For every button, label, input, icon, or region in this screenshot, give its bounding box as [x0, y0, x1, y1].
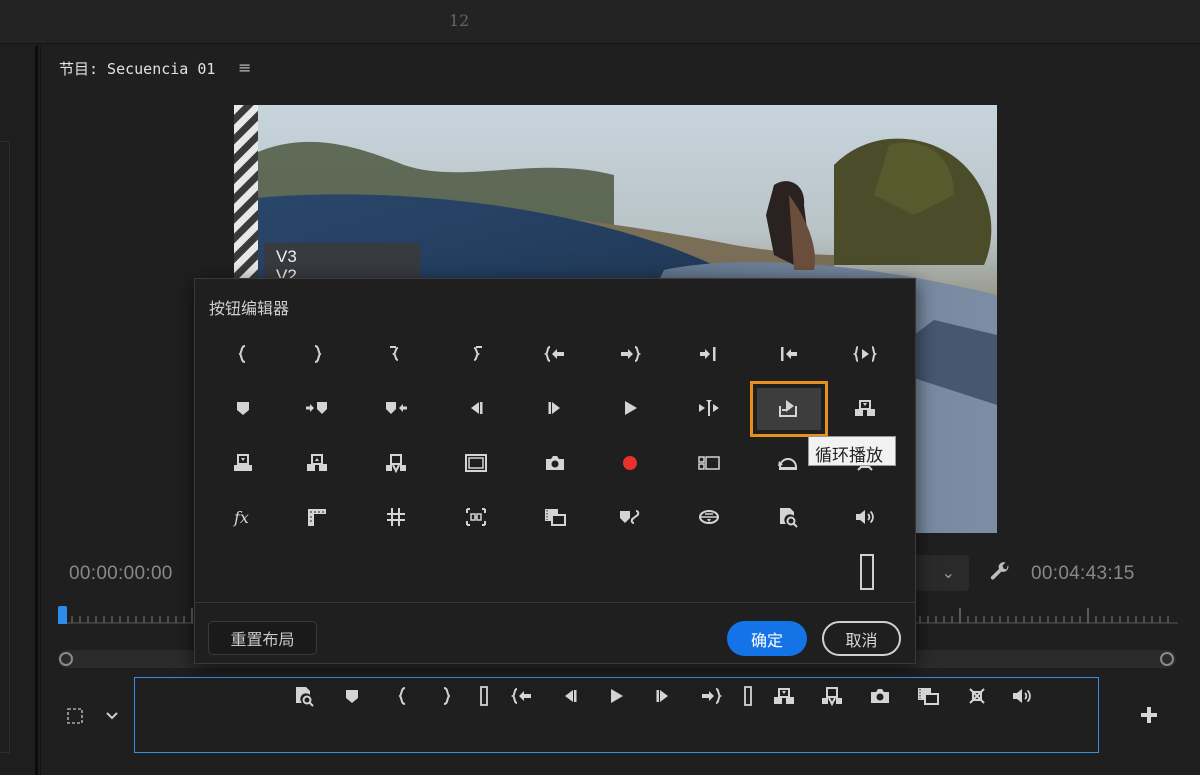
- go-to-out-icon[interactable]: [610, 337, 650, 371]
- overwrite-icon[interactable]: [819, 684, 845, 708]
- mark-clip-out-icon[interactable]: [456, 337, 496, 371]
- step-forward-icon[interactable]: [535, 391, 575, 425]
- plus-icon[interactable]: [1138, 704, 1160, 726]
- volume-icon[interactable]: [1009, 684, 1035, 708]
- show-guides-icon[interactable]: [376, 500, 416, 534]
- snap-in-program-monitor-icon[interactable]: [456, 500, 496, 534]
- go-to-in-icon[interactable]: [535, 337, 575, 371]
- dialog-title: 按钮编辑器: [209, 299, 290, 318]
- mark-out-icon[interactable]: [297, 337, 337, 371]
- page-number: 12: [449, 11, 470, 30]
- extract-icon[interactable]: [297, 446, 337, 480]
- scrollbar-left-handle[interactable]: [59, 652, 73, 666]
- insert-icon[interactable]: [771, 684, 797, 708]
- toggle-proxies-icon[interactable]: [964, 684, 990, 708]
- hamburger-menu-icon[interactable]: ≡: [238, 58, 251, 77]
- add-marker-icon[interactable]: [223, 391, 263, 425]
- record-icon[interactable]: [610, 446, 650, 480]
- left-panel-frame: [0, 141, 10, 753]
- export-frame-icon[interactable]: [867, 684, 893, 708]
- duration-timecode: 00:04:43:15: [1031, 563, 1135, 584]
- mark-clip-in-icon[interactable]: [376, 337, 416, 371]
- overwrite-icon[interactable]: [376, 446, 416, 480]
- mark-in-icon[interactable]: [223, 337, 263, 371]
- scrollbar-right-handle[interactable]: [1160, 652, 1174, 666]
- volume-icon[interactable]: [845, 500, 885, 534]
- current-timecode[interactable]: 00:00:00:00: [69, 563, 173, 585]
- reset-layout-button[interactable]: 重置布局: [208, 621, 317, 655]
- export-frame-icon[interactable]: [535, 446, 575, 480]
- go-to-marker-link-icon[interactable]: [610, 500, 650, 534]
- go-to-next-marker-icon[interactable]: [297, 391, 337, 425]
- restore-cropped-icon[interactable]: [768, 446, 808, 480]
- ok-button[interactable]: 确定: [727, 621, 807, 656]
- go-to-in-icon[interactable]: [509, 684, 535, 708]
- dialog-divider: [194, 602, 916, 603]
- chevron-down-icon: ⌄: [941, 563, 955, 582]
- spacer-icon[interactable]: [735, 684, 761, 708]
- spacer-icon[interactable]: [860, 554, 874, 590]
- insert-icon[interactable]: [845, 391, 885, 425]
- play-icon[interactable]: [603, 684, 629, 708]
- track-overlay-label: V3 V2: [264, 243, 420, 283]
- go-to-out-icon[interactable]: [698, 684, 724, 708]
- go-to-previous-marker-icon[interactable]: [376, 391, 416, 425]
- left-panel-edge: [0, 46, 38, 775]
- add-marker-icon[interactable]: [339, 684, 365, 708]
- step-back-icon[interactable]: [557, 684, 583, 708]
- fx-bypass-icon[interactable]: fx: [223, 500, 263, 534]
- playhead[interactable]: [58, 606, 67, 624]
- loop-playback-icon[interactable]: [768, 391, 808, 425]
- multi-camera-icon[interactable]: [689, 446, 729, 480]
- mark-out-icon[interactable]: [433, 684, 459, 708]
- comparison-view-icon[interactable]: [535, 500, 575, 534]
- go-to-previous-edit-icon[interactable]: [768, 337, 808, 371]
- step-back-icon[interactable]: [456, 391, 496, 425]
- play-icon[interactable]: [610, 391, 650, 425]
- play-in-to-out-icon[interactable]: [845, 337, 885, 371]
- panel-title[interactable]: 节目: Secuencia 01: [59, 58, 215, 79]
- chevron-down-icon[interactable]: [104, 708, 120, 724]
- spacer-icon[interactable]: [471, 684, 497, 708]
- safe-area-icon[interactable]: [65, 706, 85, 726]
- show-rulers-icon[interactable]: [297, 500, 337, 534]
- wrench-icon[interactable]: [988, 560, 1012, 584]
- svg-text:fx: fx: [233, 508, 249, 527]
- safe-margins-icon[interactable]: [456, 446, 496, 480]
- tooltip: 循环播放: [808, 436, 896, 466]
- play-around-icon[interactable]: [689, 391, 729, 425]
- track-label-v3: V3: [276, 247, 297, 266]
- vr-video-icon[interactable]: [689, 500, 729, 534]
- mark-in-icon[interactable]: [390, 684, 416, 708]
- step-forward-icon[interactable]: [650, 684, 676, 708]
- go-to-next-edit-icon[interactable]: [689, 337, 729, 371]
- cancel-button[interactable]: 取消: [822, 621, 901, 656]
- lumetri-scopes-icon[interactable]: [768, 500, 808, 534]
- lumetri-scopes-icon[interactable]: [291, 684, 317, 708]
- comparison-view-icon[interactable]: [915, 684, 941, 708]
- top-bar: 12: [0, 0, 1200, 44]
- lift-icon[interactable]: [223, 446, 263, 480]
